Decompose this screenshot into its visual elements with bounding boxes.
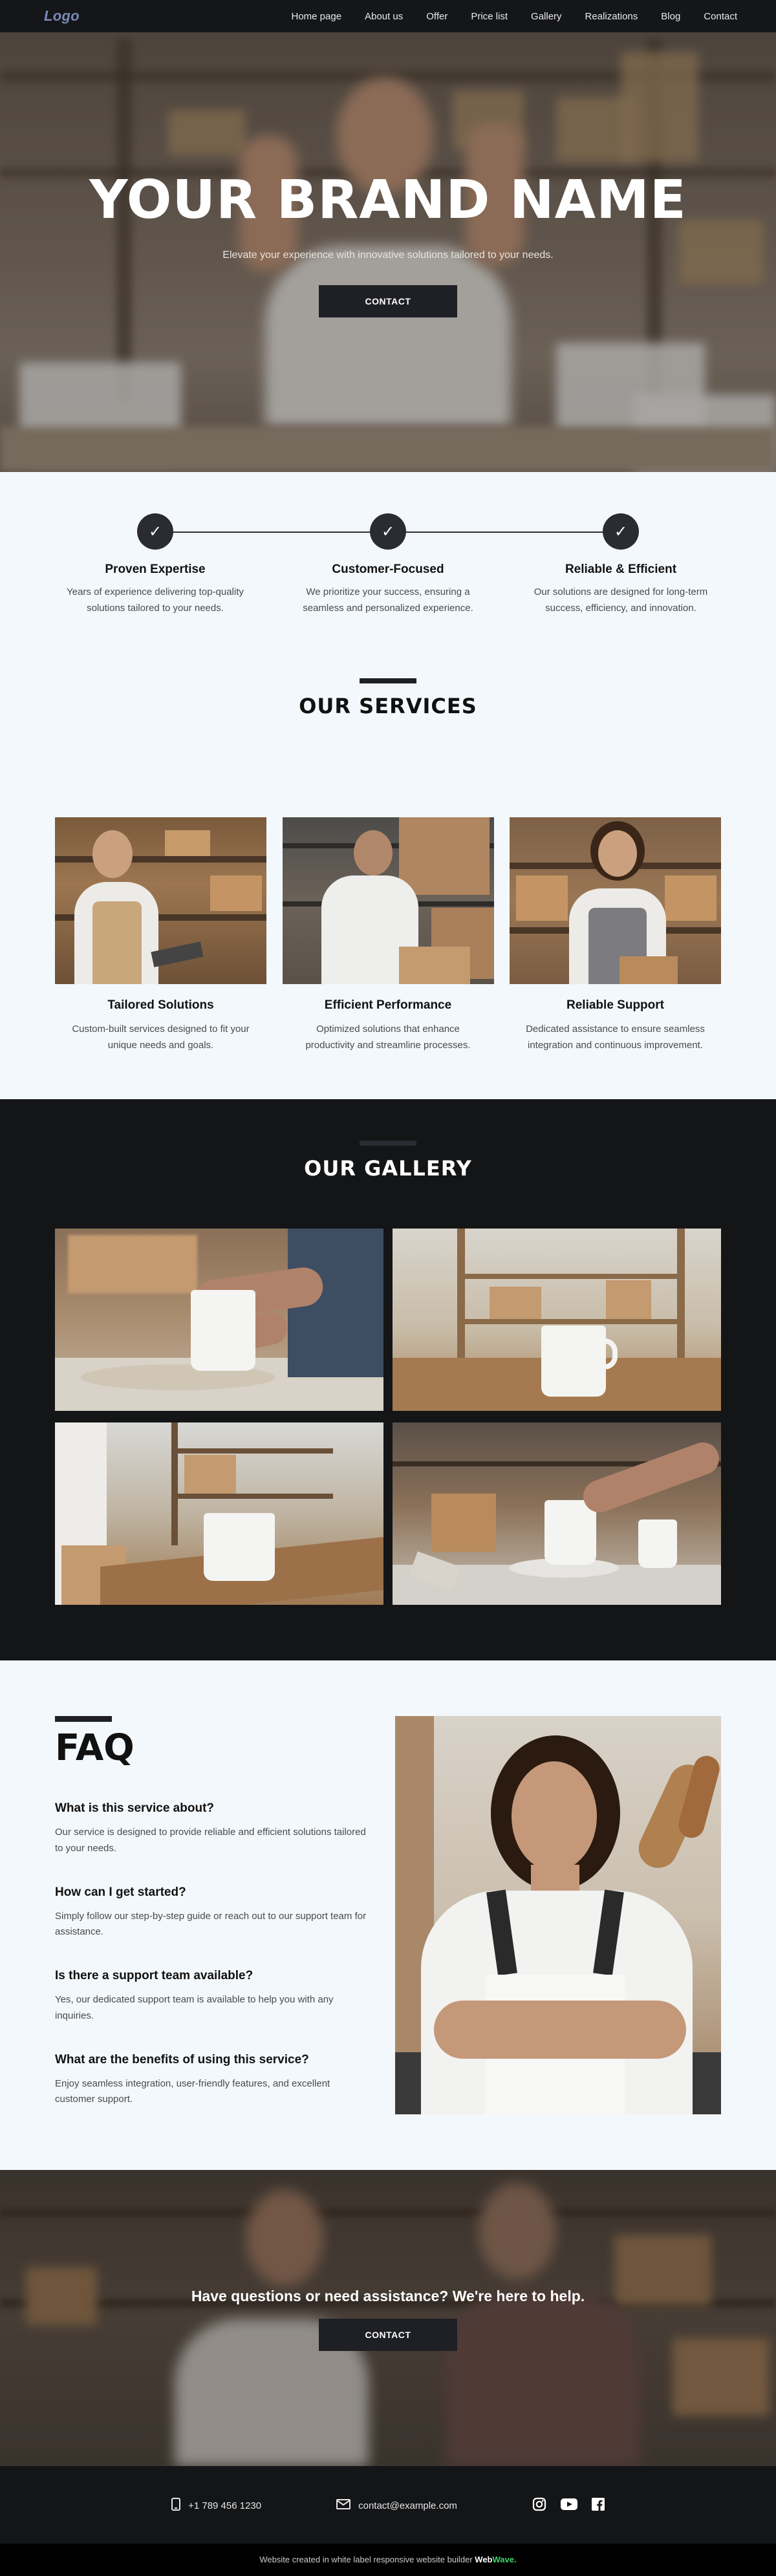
check-icon: ✓ bbox=[137, 513, 173, 550]
footer: +1 789 456 1230 contact@example.com Webs… bbox=[0, 2466, 776, 2576]
gallery-image-mug-shelf[interactable] bbox=[393, 1229, 721, 1411]
check-icon: ✓ bbox=[370, 513, 406, 550]
faq-item: Is there a support team available? Yes, … bbox=[55, 1969, 372, 2024]
email-address: contact@example.com bbox=[358, 2500, 457, 2511]
phone-number: +1 789 456 1230 bbox=[188, 2500, 262, 2511]
service-text: Optimized solutions that enhance product… bbox=[305, 1024, 471, 1051]
logo[interactable]: Logo bbox=[44, 8, 80, 25]
gallery-grid bbox=[55, 1229, 721, 1605]
feature-customer-focused: ✓ Customer-Focused We prioritize your su… bbox=[294, 513, 482, 617]
service-photo-man-warehouse bbox=[282, 817, 494, 984]
faq-title: FAQ bbox=[55, 1727, 135, 1769]
builder-brand-suffix: Wave. bbox=[492, 2555, 517, 2564]
hero-section: YOUR BRAND NAME Elevate your experience … bbox=[0, 0, 776, 472]
services-title: OUR SERVICES bbox=[299, 694, 477, 718]
feature-proven-expertise: ✓ Proven Expertise Years of experience d… bbox=[61, 513, 249, 617]
faq-answer: Enjoy seamless integration, user-friendl… bbox=[55, 2077, 330, 2105]
service-title: Tailored Solutions bbox=[107, 998, 214, 1012]
facebook-icon[interactable] bbox=[591, 2498, 605, 2513]
service-card: Tailored Solutions Custom-built services… bbox=[55, 817, 266, 1054]
nav-item-about[interactable]: About us bbox=[353, 11, 415, 22]
hero-contact-button[interactable]: CONTACT bbox=[319, 285, 457, 317]
check-icon: ✓ bbox=[603, 513, 639, 550]
feature-title: Proven Expertise bbox=[105, 563, 206, 576]
service-card: Reliable Support Dedicated assistance to… bbox=[510, 817, 721, 1054]
mail-icon bbox=[336, 2499, 351, 2512]
faq-item: How can I get started? Simply follow our… bbox=[55, 1885, 372, 1941]
cta-section: Have questions or need assistance? We're… bbox=[0, 2170, 776, 2466]
nav-item-contact[interactable]: Contact bbox=[692, 11, 737, 22]
feature-text: Years of experience delivering top-quali… bbox=[67, 586, 244, 614]
nav-item-offer[interactable]: Offer bbox=[415, 11, 459, 22]
faq-answer: Our service is designed to provide relia… bbox=[55, 1827, 366, 1854]
nav-item-blog[interactable]: Blog bbox=[649, 11, 692, 22]
faq-question: How can I get started? bbox=[55, 1885, 186, 1899]
social-links bbox=[532, 2497, 605, 2514]
cta-title: Have questions or need assistance? We're… bbox=[191, 2288, 585, 2304]
section-accent-bar bbox=[360, 678, 416, 683]
gallery-title: OUR GALLERY bbox=[304, 1156, 472, 1181]
feature-title: Reliable & Efficient bbox=[565, 563, 677, 576]
service-title: Reliable Support bbox=[566, 998, 664, 1012]
faq-section: FAQ What is this service about? Our serv… bbox=[0, 1660, 776, 2170]
service-card: Efficient Performance Optimized solution… bbox=[282, 817, 494, 1054]
instagram-icon[interactable] bbox=[532, 2497, 546, 2514]
faq-item: What is this service about? Our service … bbox=[55, 1801, 372, 1857]
faq-answer: Yes, our dedicated support team is avail… bbox=[55, 1994, 334, 2021]
gallery-section: OUR GALLERY bbox=[0, 1099, 776, 1660]
faq-photo-woman-apron bbox=[395, 1716, 721, 2114]
nav-item-gallery[interactable]: Gallery bbox=[519, 11, 574, 22]
faq-answer: Simply follow our step-by-step guide or … bbox=[55, 1910, 367, 1938]
gallery-image-mugs-hand[interactable] bbox=[393, 1422, 721, 1605]
service-text: Dedicated assistance to ensure seamless … bbox=[526, 1024, 705, 1051]
features-section: ✓ Proven Expertise Years of experience d… bbox=[0, 472, 776, 678]
top-navigation: Logo Home page About us Offer Price list… bbox=[0, 0, 776, 32]
credit-text: Website created in white label responsiv… bbox=[259, 2555, 473, 2564]
footer-email[interactable]: contact@example.com bbox=[336, 2499, 457, 2512]
feature-title: Customer-Focused bbox=[332, 563, 444, 576]
service-text: Custom-built services designed to fit yo… bbox=[72, 1024, 250, 1051]
footer-phone[interactable]: +1 789 456 1230 bbox=[171, 2498, 261, 2513]
section-accent-bar bbox=[360, 1141, 416, 1146]
service-title: Efficient Performance bbox=[324, 998, 452, 1012]
feature-text: We prioritize your success, ensuring a s… bbox=[303, 586, 473, 614]
gallery-image-mug-table[interactable] bbox=[55, 1422, 383, 1605]
phone-icon bbox=[171, 2498, 181, 2513]
services-grid: Tailored Solutions Custom-built services… bbox=[55, 817, 721, 1054]
feature-text: Our solutions are designed for long-term… bbox=[534, 586, 708, 614]
faq-item: What are the benefits of using this serv… bbox=[55, 2053, 372, 2109]
faq-question: What is this service about? bbox=[55, 1801, 214, 1815]
faq-question: Is there a support team available? bbox=[55, 1969, 253, 1982]
footer-contacts: +1 789 456 1230 contact@example.com bbox=[0, 2497, 776, 2514]
nav-menu: Home page About us Offer Price list Gall… bbox=[279, 11, 737, 22]
hero-subtitle: Elevate your experience with innovative … bbox=[222, 250, 554, 261]
faq-question: What are the benefits of using this serv… bbox=[55, 2052, 309, 2066]
gallery-image-mug-hand[interactable] bbox=[55, 1229, 383, 1411]
hero-title: YOUR BRAND NAME bbox=[89, 169, 687, 231]
faq-list: FAQ What is this service about? Our serv… bbox=[55, 1716, 372, 2108]
feature-reliable-efficient: ✓ Reliable & Efficient Our solutions are… bbox=[527, 513, 715, 617]
service-photo-woman-smiling bbox=[510, 817, 721, 984]
builder-brand-link[interactable]: WebWave. bbox=[475, 2555, 516, 2564]
builder-brand-prefix: Web bbox=[475, 2555, 493, 2564]
cta-contact-button[interactable]: CONTACT bbox=[319, 2319, 457, 2351]
service-photo-woman-tablet bbox=[55, 817, 266, 984]
section-accent-bar bbox=[55, 1716, 112, 1722]
nav-item-price-list[interactable]: Price list bbox=[459, 11, 519, 22]
youtube-icon[interactable] bbox=[560, 2498, 577, 2513]
nav-item-realizations[interactable]: Realizations bbox=[574, 11, 650, 22]
nav-item-home[interactable]: Home page bbox=[279, 11, 353, 22]
services-section: OUR SERVICES Tailored Solutions Custom-b… bbox=[0, 678, 776, 1099]
